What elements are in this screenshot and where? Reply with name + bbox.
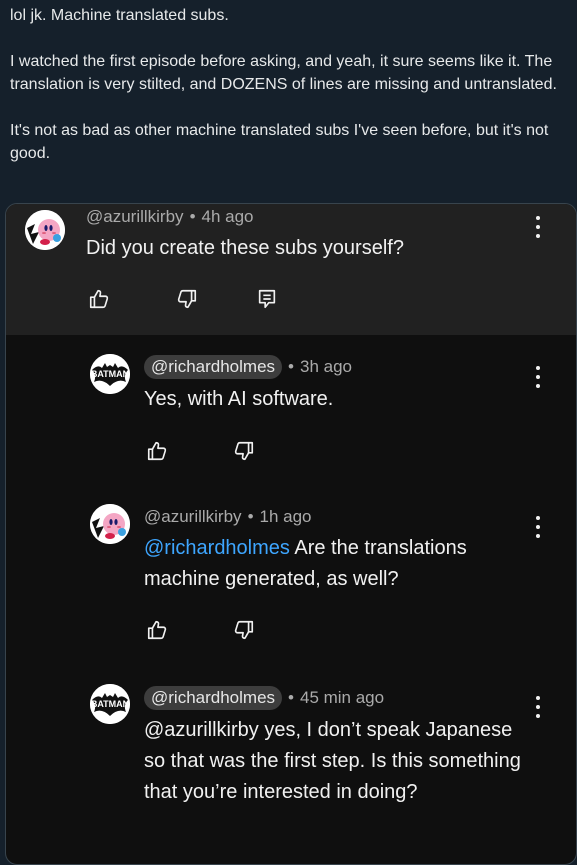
comment-text: Did you create these subs yourself? [86,237,404,259]
dislike-icon[interactable] [233,440,255,462]
dislike-icon[interactable] [233,619,255,641]
post-line: I watched the first episode before askin… [10,53,557,93]
more-options-icon[interactable] [530,214,546,240]
separator-dot: • [247,507,254,526]
reply-icon[interactable] [256,288,278,310]
avatar[interactable]: BATMAN [90,354,130,394]
kirby-avatar-icon [90,504,130,544]
batman-avatar-text: BATMAN [91,369,129,379]
comment-text: @richardholmes Are the translations mach… [144,533,524,595]
like-icon[interactable] [146,619,168,641]
comment-author[interactable]: @richardholmes [144,355,283,379]
batman-avatar-icon: BATMAN [90,354,130,394]
comment-meta: @richardholmes • 3h ago [144,355,352,379]
comment-time[interactable]: 4h ago [202,207,254,227]
batman-avatar-icon: BATMAN [90,684,130,724]
comment-meta: @azurillkirby • 4h ago [86,207,254,227]
more-options-icon[interactable] [530,694,546,720]
kirby-avatar-icon [25,210,65,250]
avatar[interactable] [25,210,65,250]
more-options-icon[interactable] [530,364,546,390]
comment-text: Yes, with AI software. [144,388,334,410]
comment-meta: @azurillkirby • 1h ago [144,507,312,527]
comment-time[interactable]: 3h ago [300,357,352,377]
avatar[interactable] [90,504,130,544]
like-icon[interactable] [88,288,110,310]
like-icon[interactable] [146,440,168,462]
comment-time[interactable]: 45 min ago [300,688,384,708]
batman-avatar-text: BATMAN [91,699,129,709]
avatar[interactable]: BATMAN [90,684,130,724]
top-comment: @azurillkirby • 4h ago Did you create th… [6,204,576,335]
separator-dot: • [288,357,294,376]
post-body: lol jk. Machine translated subs. I watch… [10,4,572,165]
dislike-icon[interactable] [176,288,198,310]
comment-meta: @richardholmes • 45 min ago [144,686,384,710]
separator-dot: • [288,688,294,707]
comment-text: @azurillkirby yes, I don’t speak Japanes… [144,719,521,803]
youtube-comments-screenshot: @azurillkirby • 4h ago Did you create th… [5,203,577,865]
post-line: lol jk. Machine translated subs. [10,7,229,24]
more-options-icon[interactable] [530,514,546,540]
post-line: It's not as bad as other machine transla… [10,122,549,162]
comment-author[interactable]: @richardholmes [144,686,283,710]
comment-time[interactable]: 1h ago [260,507,312,527]
mention-link[interactable]: @richardholmes [144,537,290,559]
comment-author[interactable]: @azurillkirby [144,507,242,527]
separator-dot: • [189,207,196,226]
comment-author[interactable]: @azurillkirby [86,207,184,227]
